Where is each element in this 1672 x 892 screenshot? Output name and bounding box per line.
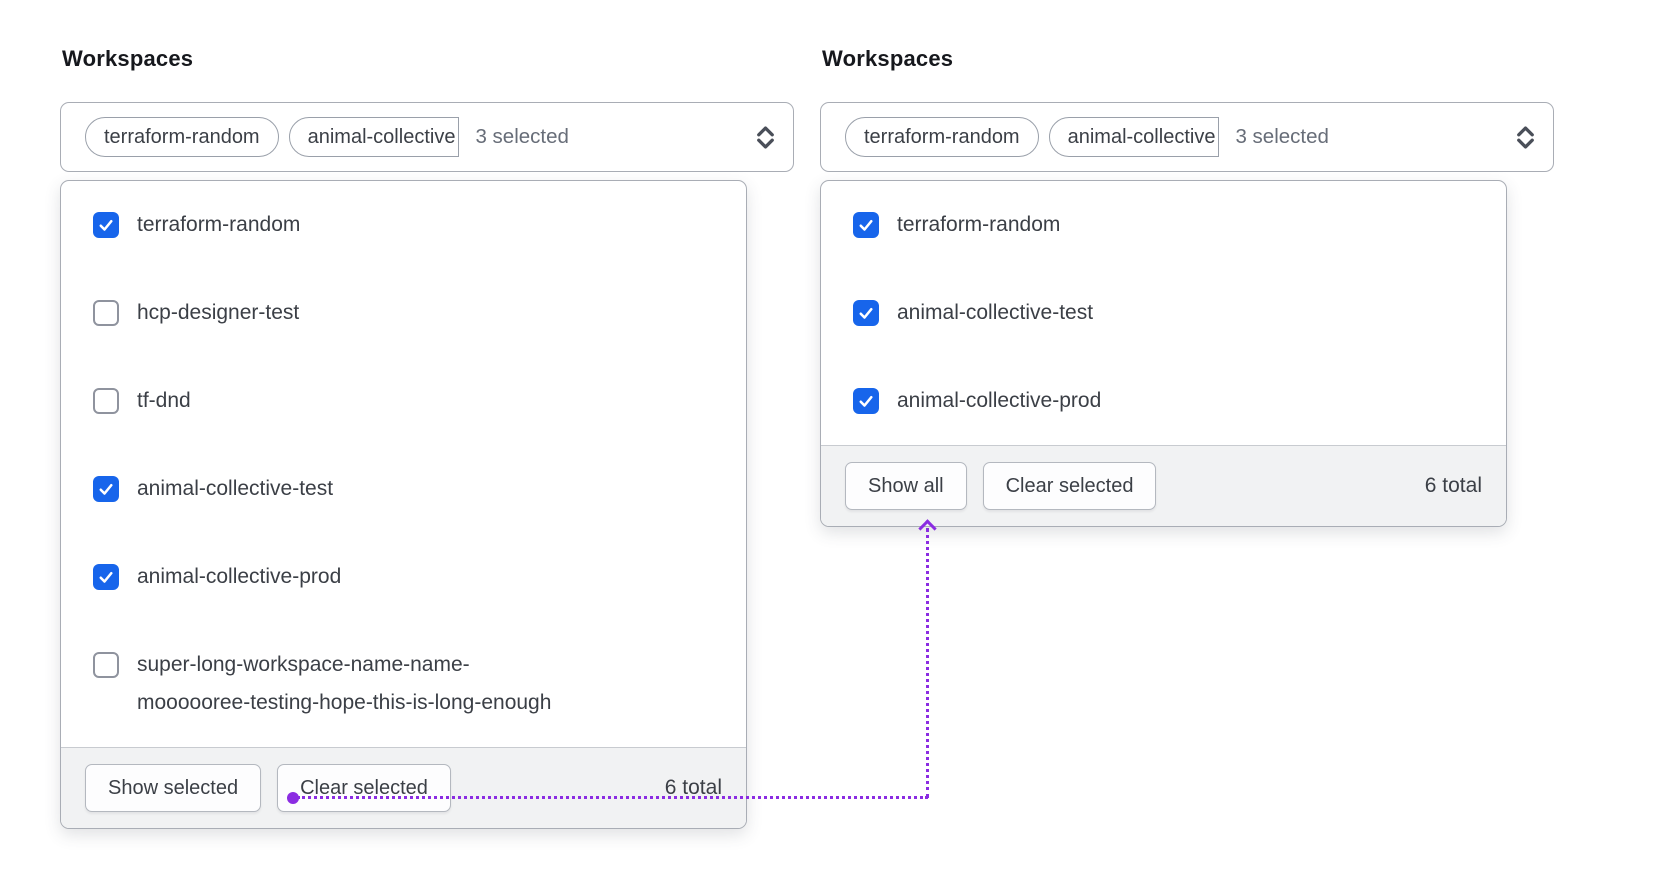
- selected-tag-clipped: animal-collective: [288, 117, 460, 157]
- selected-count: 3 selected: [1235, 125, 1329, 148]
- option-row[interactable]: hcp-designer-test: [61, 269, 746, 357]
- checkbox-checked[interactable]: [93, 476, 119, 502]
- checkbox-checked[interactable]: [853, 388, 879, 414]
- option-label: terraform-random: [897, 213, 1061, 236]
- option-label: tf-dnd: [137, 389, 191, 412]
- selected-tag: terraform-random: [85, 117, 279, 157]
- option-row[interactable]: terraform-random: [821, 181, 1506, 269]
- option-label: animal-collective-prod: [897, 389, 1102, 412]
- checkbox-checked[interactable]: [93, 212, 119, 238]
- option-label: hcp-designer-test: [137, 301, 300, 324]
- selected-tag: terraform-random: [845, 117, 1039, 157]
- selected-count: 3 selected: [475, 125, 569, 148]
- dropdown-footer: Show all Clear selected 6 total: [821, 445, 1506, 526]
- checkbox-checked[interactable]: [853, 300, 879, 326]
- options-list: terraform-random hcp-designer-test tf-dn…: [61, 181, 746, 747]
- multiselect-trigger[interactable]: terraform-random animal-collective 3 sel…: [60, 102, 794, 172]
- multiselect-trigger[interactable]: terraform-random animal-collective 3 sel…: [820, 102, 1554, 172]
- checkbox-unchecked[interactable]: [93, 300, 119, 326]
- checkbox-checked[interactable]: [853, 212, 879, 238]
- option-label: animal-collective-test: [137, 477, 334, 500]
- option-row[interactable]: tf-dnd: [61, 357, 746, 445]
- selected-tag-clipped: animal-collective: [1048, 117, 1220, 157]
- option-row[interactable]: animal-collective-prod: [61, 533, 746, 621]
- clear-selected-button[interactable]: Clear selected: [277, 764, 451, 812]
- total-count: 6 total: [664, 776, 722, 799]
- workspaces-label: Workspaces: [822, 46, 954, 71]
- workspaces-label: Workspaces: [62, 46, 194, 71]
- multiselect-dropdown: terraform-random animal-collective-test …: [820, 180, 1507, 527]
- checkbox-checked[interactable]: [93, 564, 119, 590]
- total-count: 6 total: [1424, 474, 1482, 497]
- multiselect-dropdown: terraform-random hcp-designer-test tf-dn…: [60, 180, 747, 829]
- option-label: animal-collective-test: [897, 301, 1094, 324]
- chevron-up-down-icon: [754, 124, 777, 151]
- option-row[interactable]: terraform-random: [61, 181, 746, 269]
- option-row[interactable]: animal-collective-test: [821, 269, 1506, 357]
- show-selected-button[interactable]: Show selected: [85, 764, 262, 812]
- option-row[interactable]: animal-collective-prod: [821, 357, 1506, 445]
- option-label: super-long-workspace-name-name-moooooree…: [137, 653, 552, 714]
- chevron-up-down-icon: [1514, 124, 1537, 151]
- workspaces-multiselect-after: Workspaces terraform-random animal-colle…: [820, 44, 1554, 527]
- annotation-line-vertical: [926, 528, 929, 798]
- clear-selected-button[interactable]: Clear selected: [982, 462, 1157, 510]
- workspaces-multiselect-before: Workspaces terraform-random animal-colle…: [60, 44, 794, 829]
- dropdown-footer: Show selected Clear selected 6 total: [61, 747, 746, 828]
- show-all-button[interactable]: Show all: [845, 462, 967, 510]
- option-label: terraform-random: [137, 213, 301, 236]
- checkbox-unchecked[interactable]: [93, 652, 119, 678]
- option-row[interactable]: super-long-workspace-name-name-moooooree…: [61, 621, 746, 747]
- option-label: animal-collective-prod: [137, 565, 342, 588]
- option-row[interactable]: animal-collective-test: [61, 445, 746, 533]
- options-list: terraform-random animal-collective-test …: [821, 181, 1506, 445]
- checkbox-unchecked[interactable]: [93, 388, 119, 414]
